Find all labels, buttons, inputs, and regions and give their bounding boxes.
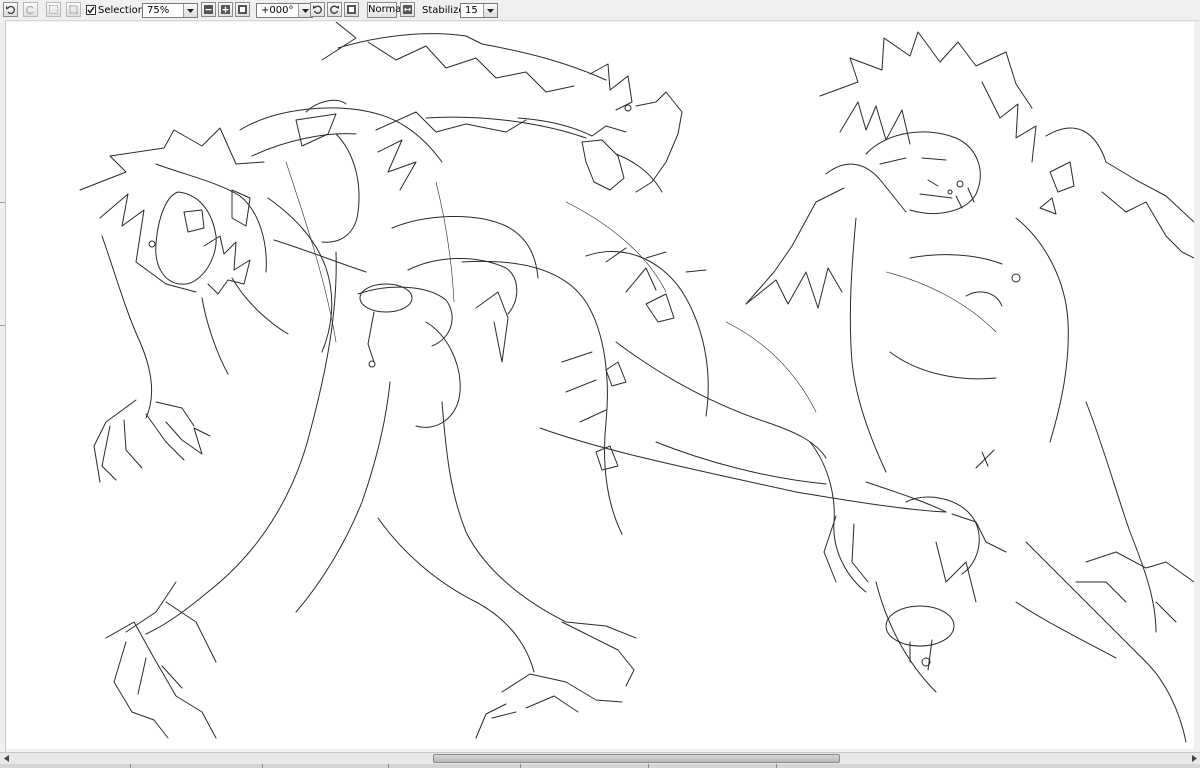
scroll-right-button[interactable] [1188,753,1200,764]
redo-button[interactable] [23,2,38,17]
divider [776,764,777,768]
rotate-left-icon [313,5,322,14]
scroll-left-button[interactable] [0,753,12,764]
arrow-right-icon [1191,755,1197,762]
stabilizer-select[interactable]: 15 [460,3,498,18]
zoom-value: 75% [147,5,170,16]
blend-mode-button[interactable]: Normal [367,2,404,18]
rotate-reset-button[interactable] [344,2,359,17]
drawing-canvas[interactable] [6,22,1194,749]
zoom-in-button[interactable] [218,2,233,17]
zoom-reset-button[interactable] [235,2,250,17]
deselect-icon [49,5,58,14]
divider [520,764,521,768]
zoom-out-button[interactable] [201,2,216,17]
crop-icon [69,5,78,14]
status-bar [0,764,1200,768]
rotate-right-button[interactable] [327,2,342,17]
deselect-button[interactable] [46,2,61,17]
redo-icon [26,5,34,15]
undo-icon [6,5,15,15]
stabilizer-value: 15 [465,5,478,16]
toolbar: Selection 75% +000° Normal Stabilizer 15 [0,0,1200,21]
rotation-select[interactable]: +000° [256,3,313,18]
divider [388,764,389,768]
selection-checkbox[interactable] [86,5,96,15]
selection-label: Selection [98,5,145,16]
divider [130,764,131,768]
square-icon [238,5,247,14]
checkmark-icon [87,6,95,14]
divider [648,764,649,768]
sketch-artwork [79,22,1194,743]
chevron-down-icon[interactable] [483,4,497,17]
divider [262,764,263,768]
zoom-select[interactable]: 75% [142,3,198,18]
minus-icon [204,5,213,14]
undo-button[interactable] [3,2,18,17]
rotate-right-icon [330,5,339,14]
square-icon [347,5,356,14]
flip-icon [403,5,412,14]
rotate-left-button[interactable] [310,2,325,17]
rotation-value: +000° [261,5,294,16]
horizontal-scrollbar[interactable] [0,752,1200,764]
scrollbar-thumb[interactable] [433,754,840,763]
divider [0,202,5,203]
crop-button[interactable] [66,2,81,17]
plus-icon [221,5,230,14]
chevron-down-icon[interactable] [183,4,197,17]
arrow-left-icon [3,755,9,762]
flip-horizontal-button[interactable] [400,2,415,17]
divider [0,325,5,326]
